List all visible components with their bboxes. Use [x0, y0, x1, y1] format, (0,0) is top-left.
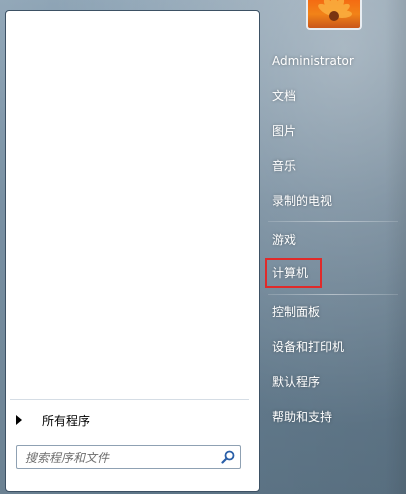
- flower-avatar: [318, 0, 352, 21]
- music-link[interactable]: 音乐: [272, 156, 296, 176]
- games-link[interactable]: 游戏: [272, 230, 296, 250]
- triangle-right-icon: [16, 415, 22, 425]
- control-panel-link[interactable]: 控制面板: [272, 302, 320, 322]
- pictures-link[interactable]: 图片: [272, 121, 296, 141]
- documents-link[interactable]: 文档: [272, 86, 296, 106]
- help-support-link[interactable]: 帮助和支持: [272, 407, 332, 427]
- user-name-link[interactable]: Administrator: [272, 51, 354, 71]
- right-divider: [268, 294, 398, 295]
- programs-divider: [10, 399, 249, 400]
- start-menu: 所有程序 Administrator 文档 图片 音乐 录制的电视 游戏 计算机: [0, 0, 406, 494]
- right-edge-shade: [385, 0, 406, 494]
- computer-highlight-box: [265, 258, 322, 288]
- search-icon[interactable]: [221, 450, 235, 464]
- all-programs-button[interactable]: 所有程序: [10, 404, 249, 436]
- devices-printers-link[interactable]: 设备和打印机: [272, 337, 344, 357]
- default-programs-link[interactable]: 默认程序: [272, 372, 320, 392]
- user-avatar[interactable]: [306, 0, 362, 30]
- right-divider: [268, 221, 398, 222]
- recorded-tv-link[interactable]: 录制的电视: [272, 191, 332, 211]
- all-programs-label: 所有程序: [42, 413, 91, 428]
- search-box[interactable]: [16, 445, 241, 469]
- search-input[interactable]: [23, 448, 217, 468]
